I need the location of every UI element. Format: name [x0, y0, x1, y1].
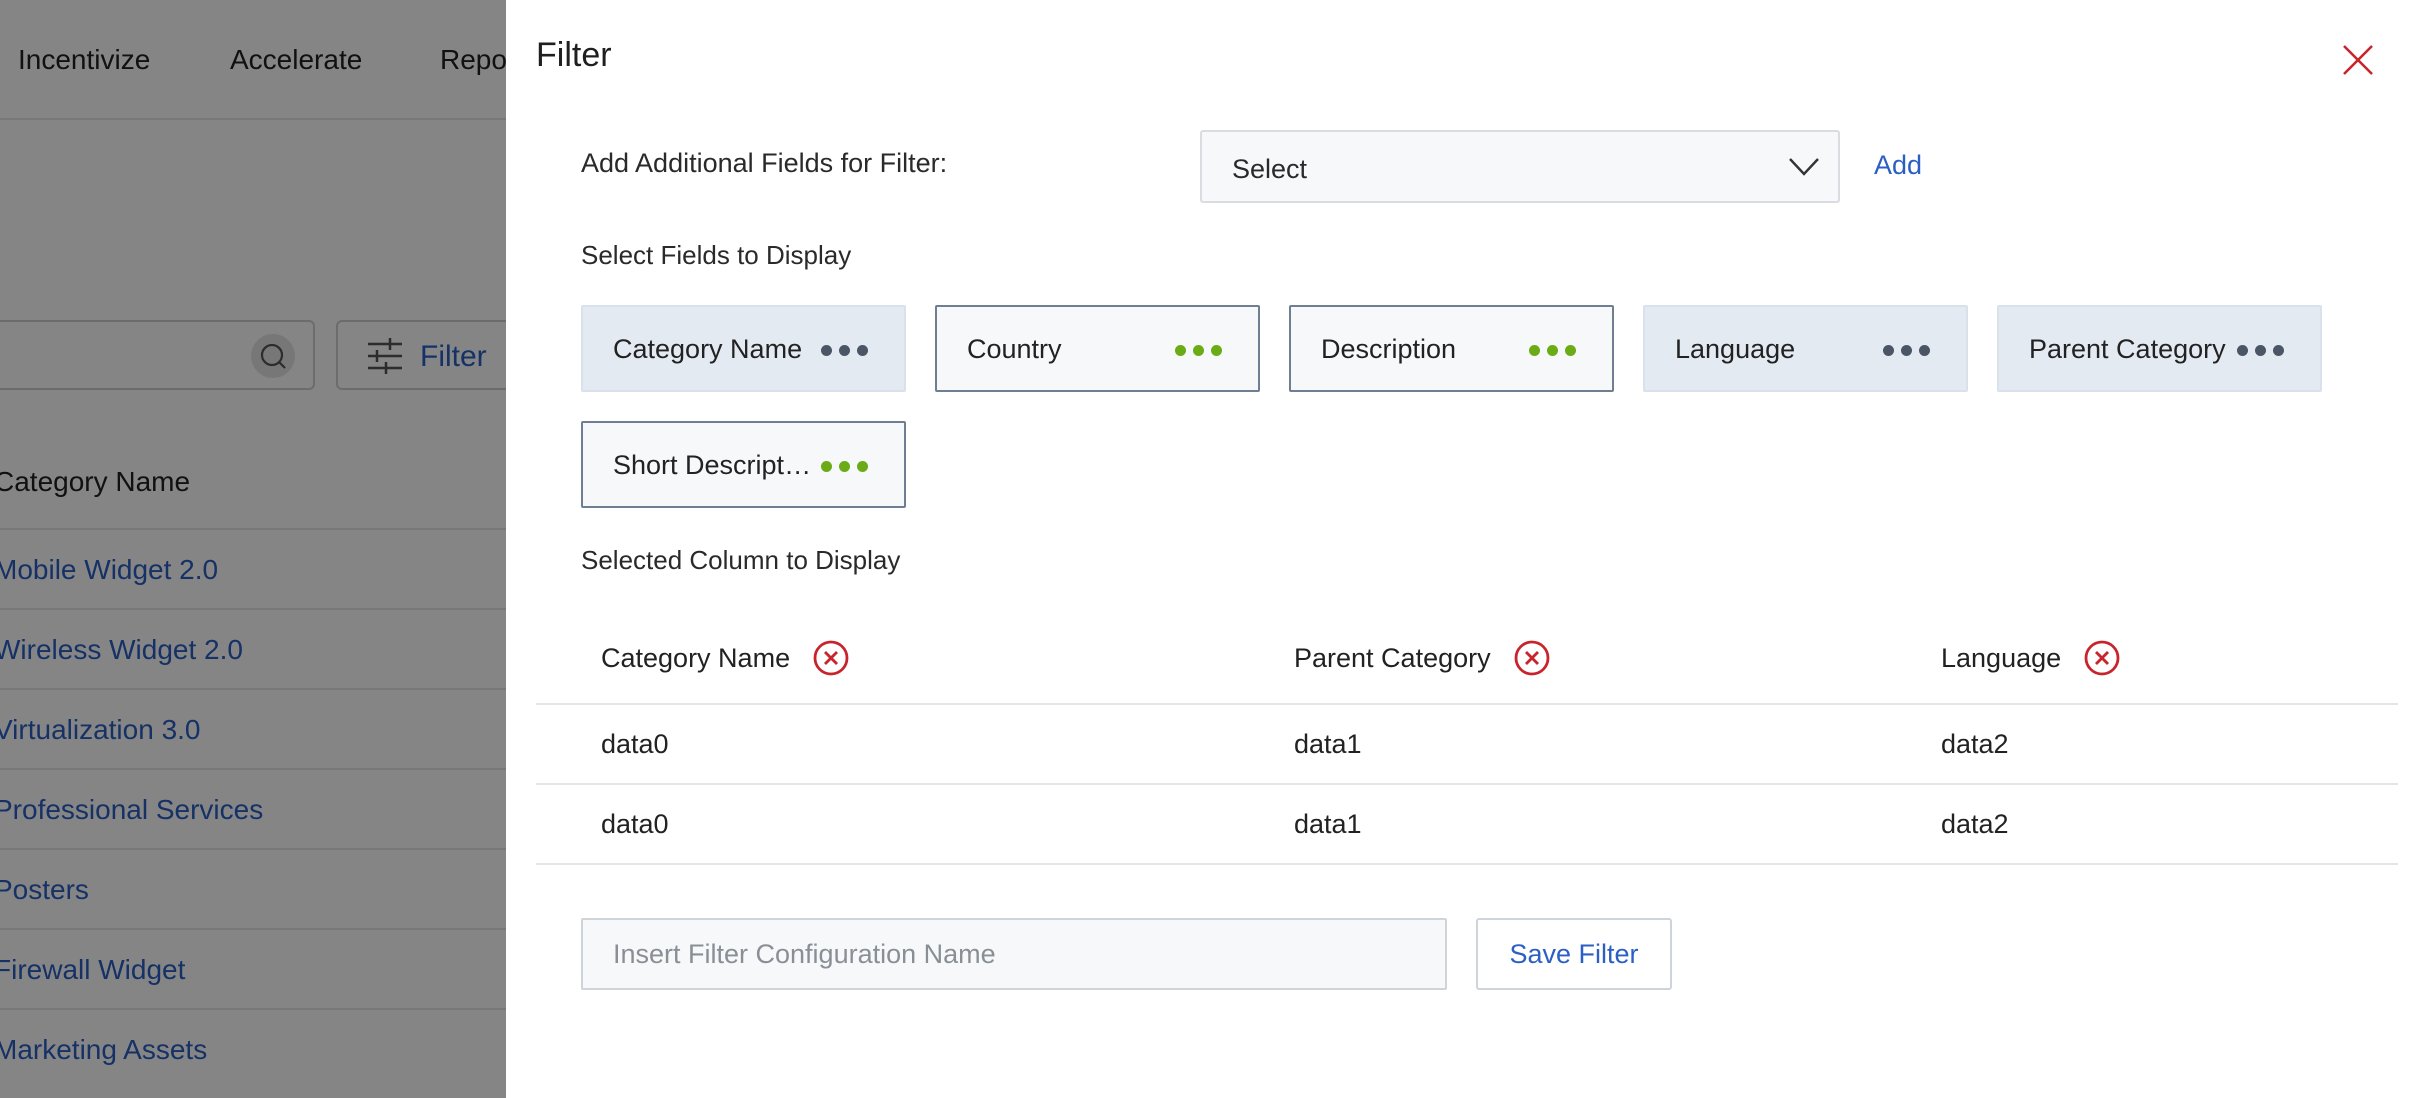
table-cell: data1 — [1294, 729, 1362, 759]
selected-columns-label: Selected Column to Display — [581, 545, 901, 575]
add-fields-label: Add Additional Fields for Filter: — [581, 148, 948, 178]
field-chip-label: Short Description — [613, 450, 813, 480]
column-header-label: Parent Category — [1294, 642, 1491, 673]
column-header: Language — [1941, 638, 2121, 678]
column-header-label: Language — [1941, 642, 2062, 673]
column-header: Parent Category — [1294, 638, 1551, 678]
table-cell: data0 — [601, 729, 669, 759]
field-chip[interactable]: Short Description — [581, 421, 906, 508]
add-field-link[interactable]: Add — [1874, 150, 1922, 181]
more-options-icon[interactable] — [1175, 345, 1222, 357]
field-chip-label: Category Name — [613, 334, 803, 364]
filter-config-name-input[interactable] — [581, 918, 1447, 990]
fields-section-label: Select Fields to Display — [581, 240, 852, 270]
field-chip-label: Description — [1321, 334, 1457, 364]
remove-column-icon[interactable] — [812, 639, 850, 677]
panel-title: Filter — [536, 36, 612, 74]
field-chip-label: Parent Category — [2029, 334, 2226, 364]
filter-panel: Filter Add Additional Fields for Filter:… — [506, 0, 2426, 1098]
table-cell: data0 — [601, 809, 669, 839]
more-options-icon[interactable] — [821, 461, 868, 473]
add-field-select[interactable]: Select — [1200, 130, 1840, 203]
save-filter-button[interactable]: Save Filter — [1476, 918, 1672, 990]
remove-column-icon[interactable] — [1513, 639, 1551, 677]
field-chip[interactable]: Country — [935, 305, 1260, 392]
more-options-icon[interactable] — [821, 345, 868, 357]
field-chip-label: Language — [1675, 334, 1796, 364]
table-divider — [536, 863, 2398, 865]
field-chip[interactable]: Parent Category — [1997, 305, 2322, 392]
more-options-icon[interactable] — [1529, 345, 1576, 357]
remove-column-icon[interactable] — [2083, 639, 2121, 677]
more-options-icon[interactable] — [1883, 345, 1930, 357]
chevron-down-icon — [1789, 158, 1819, 176]
field-chip[interactable]: Description — [1289, 305, 1614, 392]
column-header-label: Category Name — [601, 642, 791, 673]
table-cell: data1 — [1294, 809, 1362, 839]
column-header: Category Name — [601, 638, 850, 678]
table-cell: data2 — [1941, 729, 2009, 759]
field-chip[interactable]: Language — [1643, 305, 1968, 392]
field-chip[interactable]: Category Name — [581, 305, 906, 392]
table-divider — [536, 783, 2398, 785]
close-icon[interactable] — [2338, 40, 2378, 80]
more-options-icon[interactable] — [2237, 345, 2284, 357]
table-divider — [536, 703, 2398, 705]
table-cell: data2 — [1941, 809, 2009, 839]
select-value: Select — [1232, 154, 1308, 184]
field-chip-label: Country — [967, 334, 1062, 364]
